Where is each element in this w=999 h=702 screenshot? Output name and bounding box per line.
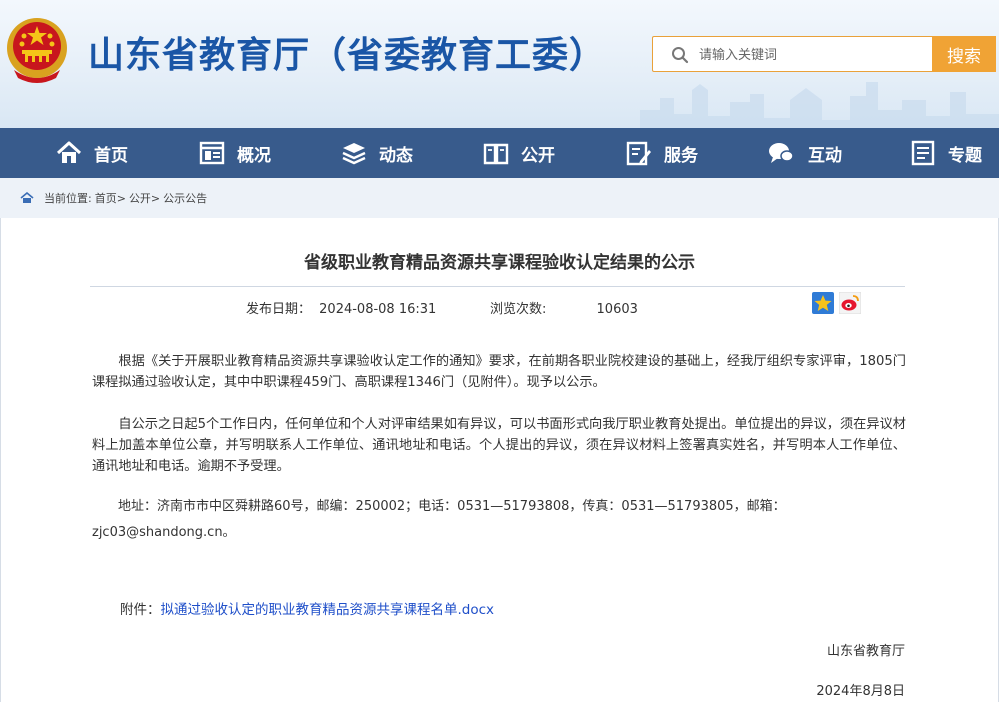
- signoff-org: 山东省教育厅: [826, 644, 905, 659]
- home-icon: [20, 192, 34, 203]
- breadcrumb-notices[interactable]: 公示公告: [163, 190, 207, 206]
- breadcrumb: 当前位置: 首页> 公开> 公示公告: [0, 178, 999, 218]
- site-header: 山东省教育厅（省委教育工委） 搜索: [0, 0, 999, 128]
- national-emblem-icon: [7, 18, 67, 83]
- weibo-share-icon[interactable]: [839, 292, 861, 314]
- body-paragraph-2: 自公示之日起5个工作日内，任何单位和个人对评审结果如有异议，可以书面形式向我厅职…: [92, 417, 906, 474]
- body-paragraph-1: 根据《关于开展职业教育精品资源共享课验收认定工作的通知》要求，在前期各职业院校建…: [92, 354, 906, 390]
- home-icon: [56, 141, 82, 163]
- breadcrumb-public[interactable]: 公开>: [129, 190, 160, 206]
- nav-label: 服务: [664, 145, 698, 166]
- nav-item-home[interactable]: 首页: [56, 128, 128, 178]
- contact-address: 地址：济南市市中区舜耕路60号，邮编：250002；电话：0531—517938…: [92, 499, 786, 540]
- publish-date: 2024-08-08 16:31: [319, 302, 437, 317]
- skyline-decoration: [640, 82, 999, 128]
- nav-item-interact[interactable]: 互动: [766, 128, 842, 178]
- nav-item-service[interactable]: 服务: [626, 128, 698, 178]
- breadcrumb-prefix: 当前位置:: [44, 192, 92, 205]
- nav-item-topics[interactable]: 专题: [910, 128, 982, 178]
- nav-label: 互动: [808, 145, 842, 166]
- qzone-share-icon[interactable]: [812, 292, 834, 314]
- nav-label: 首页: [94, 145, 128, 166]
- search-box: [652, 36, 932, 72]
- nav-item-news[interactable]: 动态: [341, 128, 413, 178]
- nav-label: 专题: [948, 145, 982, 166]
- nav-item-overview[interactable]: 概况: [199, 128, 271, 178]
- publish-info: 发布日期： 2024-08-08 16:31: [246, 298, 436, 317]
- book-icon: [483, 143, 509, 165]
- views-label: 浏览次数:: [490, 302, 547, 317]
- attachment-link[interactable]: 拟通过验收认定的职业教育精品资源共享课程名单.docx: [161, 602, 495, 618]
- attachment: 附件：拟通过验收认定的职业教育精品资源共享课程名单.docx: [120, 598, 494, 618]
- nav-label: 公开: [521, 145, 555, 166]
- signoff-date: 2024年8月8日: [816, 684, 905, 699]
- search-icon: [672, 47, 689, 64]
- chat-icon: [769, 143, 794, 163]
- title-divider: [90, 286, 905, 287]
- search-button[interactable]: 搜索: [932, 36, 996, 72]
- nav-label: 概况: [237, 145, 271, 166]
- attachment-label: 附件：: [120, 602, 161, 618]
- nav-label: 动态: [379, 145, 413, 166]
- views-count: 10603: [596, 302, 638, 317]
- edit-icon: [626, 141, 651, 166]
- search-input[interactable]: [697, 43, 921, 67]
- main-nav: 首页 概况 动态 公开 服务 互动 专题: [0, 128, 999, 178]
- layers-icon: [342, 143, 366, 165]
- document-icon: [911, 140, 935, 166]
- nav-item-public[interactable]: 公开: [483, 128, 555, 178]
- views-info: 浏览次数: 10603: [490, 298, 638, 317]
- breadcrumb-home[interactable]: 首页>: [95, 190, 126, 206]
- publish-label: 发布日期：: [246, 302, 312, 317]
- article-title: 省级职业教育精品资源共享课程验收认定结果的公示: [304, 253, 695, 273]
- site-title[interactable]: 山东省教育厅（省委教育工委）: [88, 26, 606, 78]
- window-icon: [199, 141, 225, 165]
